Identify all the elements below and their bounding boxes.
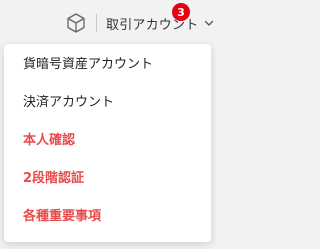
- account-dropdown-menu: 貨暗号資産アカウント 決済アカウント 本人確認 2段階認証 各種重要事項: [4, 44, 211, 242]
- menu-item-important-notices[interactable]: 各種重要事項: [4, 198, 211, 236]
- account-menu-button[interactable]: 取引アカウント: [106, 12, 214, 34]
- chevron-down-icon: [205, 20, 214, 26]
- cube-icon[interactable]: [65, 12, 87, 34]
- menu-item-two-factor-auth[interactable]: 2段階認証: [4, 160, 211, 198]
- header-divider: [96, 14, 97, 32]
- header-bar: 取引アカウント 3: [0, 0, 224, 42]
- menu-item-payment-account[interactable]: 決済アカウント: [4, 84, 211, 122]
- menu-item-crypto-account[interactable]: 貨暗号資産アカウント: [4, 46, 211, 84]
- menu-item-identity-verification[interactable]: 本人確認: [4, 122, 211, 160]
- notification-badge: 3: [172, 3, 190, 21]
